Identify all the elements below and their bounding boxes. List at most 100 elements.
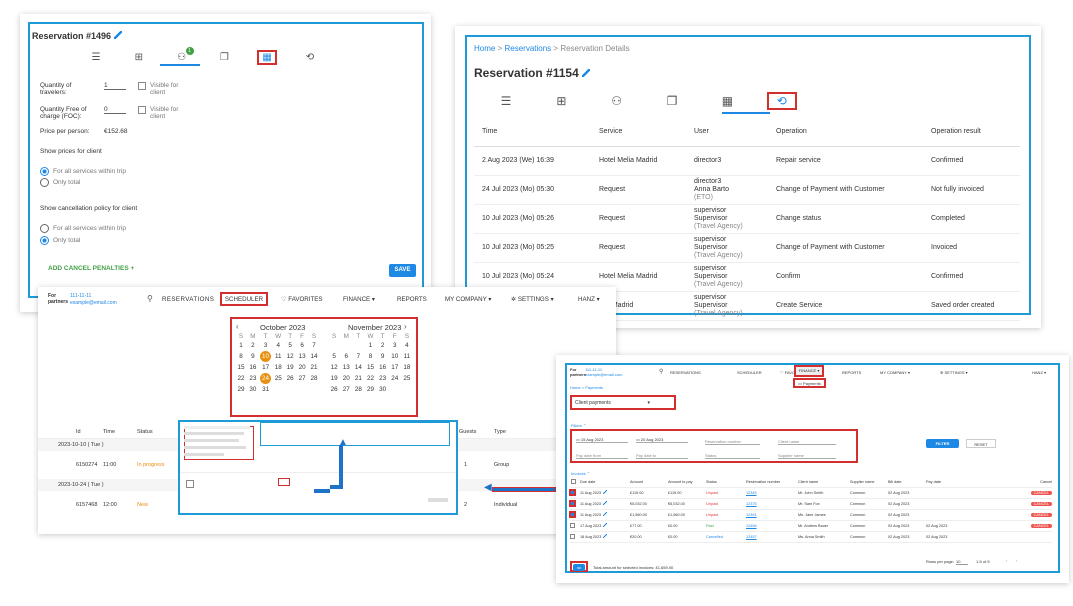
calendar-day[interactable]: 17 — [259, 362, 272, 373]
next-month-icon[interactable]: › — [404, 322, 407, 331]
edit-icon[interactable] — [603, 534, 608, 538]
travelers-tab-icon-2[interactable]: ⚇ — [591, 94, 643, 108]
nav-reservations-4[interactable]: RESERVATIONS — [670, 370, 701, 375]
cell-reservation-number[interactable]: 12345 — [746, 487, 798, 498]
calculator-tab-icon-2[interactable]: ▦ — [701, 94, 753, 108]
breadcrumb-4[interactable]: Home > Payments — [570, 385, 603, 390]
calendar-day[interactable]: 22 — [364, 373, 376, 384]
nav-reports-4[interactable]: REPORTS — [842, 370, 861, 375]
documents-tab-icon-2[interactable]: ❐ — [646, 94, 698, 108]
calendar-day[interactable]: 16 — [377, 362, 389, 373]
calendar-day[interactable]: 15 — [235, 362, 247, 373]
radio-only-total[interactable] — [40, 178, 49, 187]
calendar-day[interactable]: 6 — [340, 351, 352, 362]
foc-input[interactable]: 0 — [104, 106, 126, 114]
calendar-day[interactable]: 14 — [308, 351, 320, 362]
invoice-row[interactable]: 18 Aug 2023 €20.00 £0.00 Cancelled 12457 Ms. … — [570, 531, 1052, 542]
calendar-day[interactable]: 12 — [328, 362, 340, 373]
calendar-day[interactable]: 1 — [235, 340, 247, 351]
nav-settings-4[interactable]: ✲ SETTINGS ▾ — [940, 370, 968, 375]
calendar-day[interactable]: 3 — [389, 340, 401, 351]
calendar-day[interactable]: 26 — [328, 384, 340, 395]
calendar-day[interactable]: 23 — [377, 373, 389, 384]
nav-user-4[interactable]: HANZ ▾ — [1032, 370, 1046, 375]
cell-reservation-number[interactable]: 12391 — [746, 509, 798, 520]
invoices-toggle[interactable]: Invoices ⌃ — [571, 471, 590, 476]
calendar-day[interactable]: 6 — [296, 340, 308, 351]
invoice-row[interactable]: 11 Aug 2023 £119.00 £119.00 Unpaid 12345 Mr. … — [569, 487, 1052, 498]
calendar-day[interactable]: 5 — [328, 351, 340, 362]
cell-reservation-number[interactable]: 12375 — [746, 498, 798, 509]
date-to-input[interactable]: ▭ 20 Aug 2023 — [636, 437, 688, 443]
travelers-tab-icon[interactable]: ⚇ 1 — [162, 47, 202, 63]
breadcrumb-reservations[interactable]: Reservations — [504, 44, 551, 53]
calendar-day[interactable]: 4 — [272, 340, 284, 351]
row-checkbox[interactable] — [570, 531, 580, 542]
calendar-day[interactable]: 11 — [401, 351, 413, 362]
radio-cancel-all[interactable] — [40, 224, 49, 233]
email-link[interactable]: example@email.com — [70, 300, 117, 306]
reset-button[interactable]: RESET — [966, 439, 996, 448]
nav-finance[interactable]: FINANCE ▾ — [343, 296, 375, 303]
calendar-day[interactable]: 24 — [259, 373, 272, 384]
group-row-2[interactable]: 2023-10-24 ( Tue ) — [58, 482, 104, 488]
invoice-row[interactable]: 11 Aug 2023 £1,560.00 £1,560.00 Unpaid 12391… — [569, 509, 1052, 520]
row-checkbox[interactable] — [569, 509, 580, 520]
calendar-day[interactable]: 28 — [308, 373, 320, 384]
calendar-day[interactable]: 21 — [352, 373, 364, 384]
phone-link[interactable]: 111-11-11 — [70, 293, 91, 299]
list-tab-icon-2[interactable]: ☰ — [480, 94, 532, 108]
invoice-row[interactable]: 17 Aug 2023 £77.00 £0.00 Paid 12456 Mr. Andre… — [570, 520, 1052, 531]
calendar-day[interactable]: 17 — [389, 362, 401, 373]
row-checkbox[interactable] — [569, 498, 580, 509]
table-tab-icon-2[interactable]: ⊞ — [535, 94, 587, 108]
calendar-day[interactable]: 9 — [377, 351, 389, 362]
nav-finance-4[interactable]: FINANCE ▾ — [794, 365, 824, 377]
add-penalties-button[interactable]: ADD CANCEL PENALTIES + — [48, 265, 134, 272]
breadcrumb-home[interactable]: Home — [474, 44, 495, 53]
calendar-day[interactable]: 20 — [340, 373, 352, 384]
history-tab-icon-2[interactable]: ⟲ — [766, 92, 797, 110]
edit-icon-2[interactable] — [582, 69, 591, 77]
calendar-day[interactable]: 30 — [377, 384, 389, 395]
nav-favorites[interactable]: ♡ FAVORITES — [281, 296, 323, 303]
prev-page-icon[interactable]: ‹ — [1006, 558, 1007, 563]
calendar-day[interactable]: 15 — [364, 362, 376, 373]
radio-cancel-total[interactable] — [40, 236, 49, 245]
calendar-day[interactable]: 8 — [235, 351, 247, 362]
nav-settings[interactable]: ✲ SETTINGS ▾ — [511, 296, 554, 303]
pay-button[interactable]: ▭ PAY — [573, 564, 585, 577]
calendar-day[interactable]: 25 — [401, 373, 413, 384]
nav-scheduler-4[interactable]: SCHEDULER — [737, 370, 762, 375]
invoice-row[interactable]: 11 Aug 2023 €5,032.00 €5,032.00 Unpaid 12375… — [569, 498, 1052, 509]
calendar-day[interactable]: 2 — [247, 340, 259, 351]
cell-cancel[interactable]: CANCEL — [972, 498, 1052, 509]
history-tab-icon[interactable]: ⟲ — [290, 52, 330, 63]
nav-scheduler[interactable]: SCHEDULER — [220, 292, 268, 306]
prev-month-icon[interactable]: ‹ — [236, 322, 239, 331]
calendar-day[interactable]: 13 — [340, 362, 352, 373]
radio-all-services[interactable] — [40, 167, 49, 176]
nav-company[interactable]: MY COMPANY ▾ — [445, 296, 491, 303]
calendar-day[interactable]: 10 — [259, 351, 272, 362]
calendar-day[interactable]: 13 — [296, 351, 308, 362]
nav-user[interactable]: HANZ ▾ — [578, 296, 600, 303]
documents-tab-icon[interactable]: ❐ — [204, 52, 244, 63]
calendar-day[interactable]: 4 — [401, 340, 413, 351]
rows-per-page-select[interactable]: 10 — [956, 559, 968, 565]
calendar-day[interactable]: 28 — [352, 384, 364, 395]
table-tab-icon[interactable]: ⊞ — [119, 52, 159, 63]
client-name-select[interactable]: Client name — [778, 439, 836, 445]
calendar-day[interactable]: 25 — [272, 373, 284, 384]
calendar-day[interactable]: 27 — [340, 384, 352, 395]
group-row-1[interactable]: 2023-10-10 ( Tue ) — [58, 442, 104, 448]
calendar-day[interactable]: 21 — [308, 362, 320, 373]
calendar-day[interactable]: 5 — [284, 340, 296, 351]
payments-menu-item[interactable]: ▭ Payments — [793, 378, 826, 388]
row-checkbox[interactable] — [569, 487, 580, 498]
calendar-day[interactable]: 14 — [352, 362, 364, 373]
nav-reservations[interactable]: RESERVATIONS — [162, 296, 214, 303]
cell-cancel[interactable] — [972, 531, 1052, 542]
calendar-day[interactable]: 2 — [377, 340, 389, 351]
filters-toggle[interactable]: Filters ⌃ — [571, 423, 586, 428]
